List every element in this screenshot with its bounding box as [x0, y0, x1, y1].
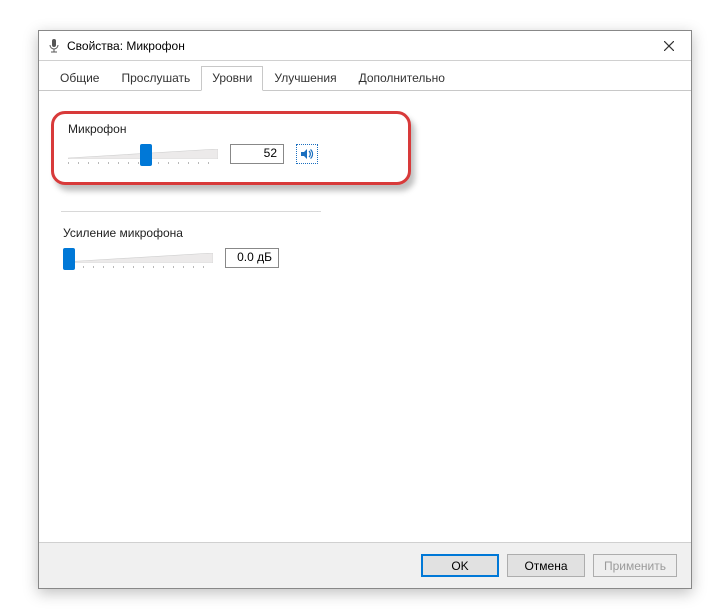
microphone-gain-group: Усиление микрофона 0.0 дБ [63, 226, 343, 272]
microphone-icon [47, 39, 61, 53]
properties-window: Свойства: Микрофон Общие Прослушать Уров… [38, 30, 692, 589]
content-area: Микрофон 52 [39, 91, 691, 542]
tab-advanced[interactable]: Дополнительно [348, 66, 456, 91]
cancel-button[interactable]: Отмена [507, 554, 585, 577]
tab-listen[interactable]: Прослушать [110, 66, 201, 91]
tabs: Общие Прослушать Уровни Улучшения Дополн… [39, 61, 691, 91]
microphone-level-group: Микрофон 52 [51, 111, 411, 185]
microphone-level-thumb[interactable] [140, 144, 152, 166]
microphone-gain-label: Усиление микрофона [63, 226, 343, 240]
microphone-gain-thumb[interactable] [63, 248, 75, 270]
divider [61, 211, 321, 212]
microphone-level-slider[interactable] [68, 140, 218, 168]
microphone-level-label: Микрофон [68, 122, 398, 136]
tab-general[interactable]: Общие [49, 66, 110, 91]
ok-button[interactable]: OK [421, 554, 499, 577]
window-title: Свойства: Микрофон [67, 39, 185, 53]
microphone-level-value[interactable]: 52 [230, 144, 284, 164]
dialog-footer: OK Отмена Применить [39, 542, 691, 588]
mute-button[interactable] [296, 144, 318, 164]
titlebar: Свойства: Микрофон [39, 31, 691, 61]
microphone-gain-slider[interactable] [63, 244, 213, 272]
apply-button[interactable]: Применить [593, 554, 677, 577]
microphone-gain-value[interactable]: 0.0 дБ [225, 248, 279, 268]
tab-enhancements[interactable]: Улучшения [263, 66, 347, 91]
close-button[interactable] [646, 31, 691, 61]
tab-levels[interactable]: Уровни [201, 66, 263, 91]
